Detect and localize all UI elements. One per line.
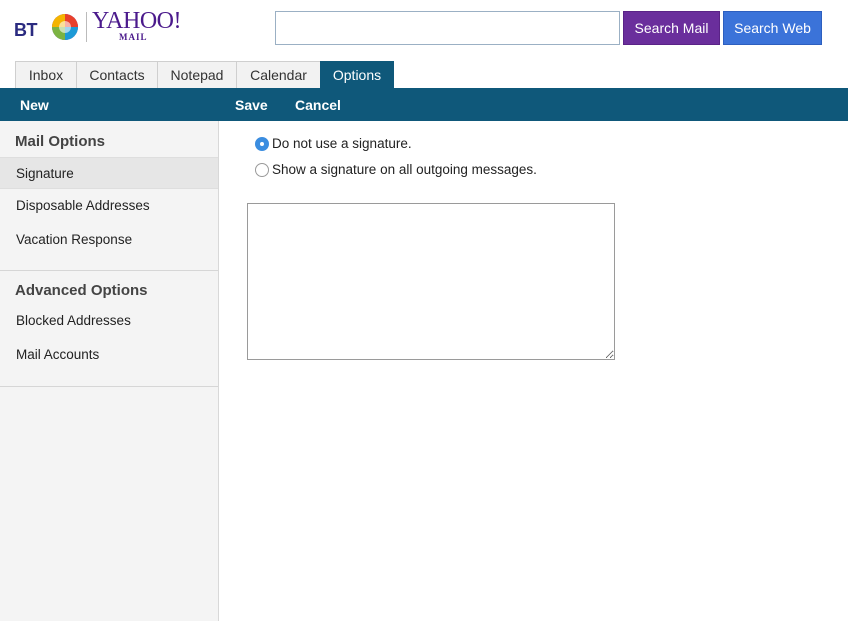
sidebar-item-mail-accounts[interactable]: Mail Accounts [0, 338, 218, 370]
bt-logo-text: BT [14, 20, 38, 40]
header: BT YAHOO! MAIL Search Mail Search Web [0, 0, 848, 59]
sidebar-item-blocked-addresses[interactable]: Blocked Addresses [0, 304, 218, 336]
save-button[interactable]: Save [235, 88, 268, 121]
tab-options[interactable]: Options [320, 61, 394, 88]
toolbar: New Save Cancel [0, 88, 848, 121]
signature-option-none-label: Do not use a signature. [272, 136, 412, 151]
search-web-button[interactable]: Search Web [723, 11, 822, 45]
search-mail-button[interactable]: Search Mail [623, 11, 720, 45]
options-sidebar: Mail Options Signature Disposable Addres… [0, 121, 219, 621]
cancel-button[interactable]: Cancel [295, 88, 341, 121]
tab-notepad[interactable]: Notepad [157, 61, 237, 88]
bt-yahoo-logo[interactable]: BT YAHOO! MAIL [14, 8, 184, 44]
bt-globe-icon [52, 14, 78, 40]
radio-selected-icon[interactable] [255, 136, 269, 151]
sidebar-divider [0, 386, 218, 387]
main-tabs: Inbox Contacts Notepad Calendar Options [15, 61, 394, 88]
logo-divider [86, 12, 87, 42]
signature-option-none[interactable]: Do not use a signature. [255, 136, 412, 151]
signature-option-all[interactable]: Show a signature on all outgoing message… [255, 162, 537, 177]
yahoo-logo-text: YAHOO! [92, 8, 182, 34]
sidebar-item-disposable-addresses[interactable]: Disposable Addresses [0, 189, 218, 221]
mail-options-heading: Mail Options [15, 133, 105, 150]
sidebar-item-signature[interactable]: Signature [0, 157, 218, 189]
advanced-options-heading: Advanced Options [15, 282, 148, 299]
search-input[interactable] [275, 11, 620, 45]
signature-option-all-label: Show a signature on all outgoing message… [272, 162, 537, 177]
tab-calendar[interactable]: Calendar [236, 61, 321, 88]
radio-unselected-icon[interactable] [255, 162, 269, 177]
sidebar-divider [0, 270, 218, 271]
mail-logo-text: MAIL [119, 32, 148, 42]
tab-contacts[interactable]: Contacts [76, 61, 158, 88]
sidebar-item-vacation-response[interactable]: Vacation Response [0, 223, 218, 255]
tab-inbox[interactable]: Inbox [15, 61, 77, 88]
signature-textarea[interactable] [247, 203, 615, 360]
new-button[interactable]: New [20, 88, 49, 121]
